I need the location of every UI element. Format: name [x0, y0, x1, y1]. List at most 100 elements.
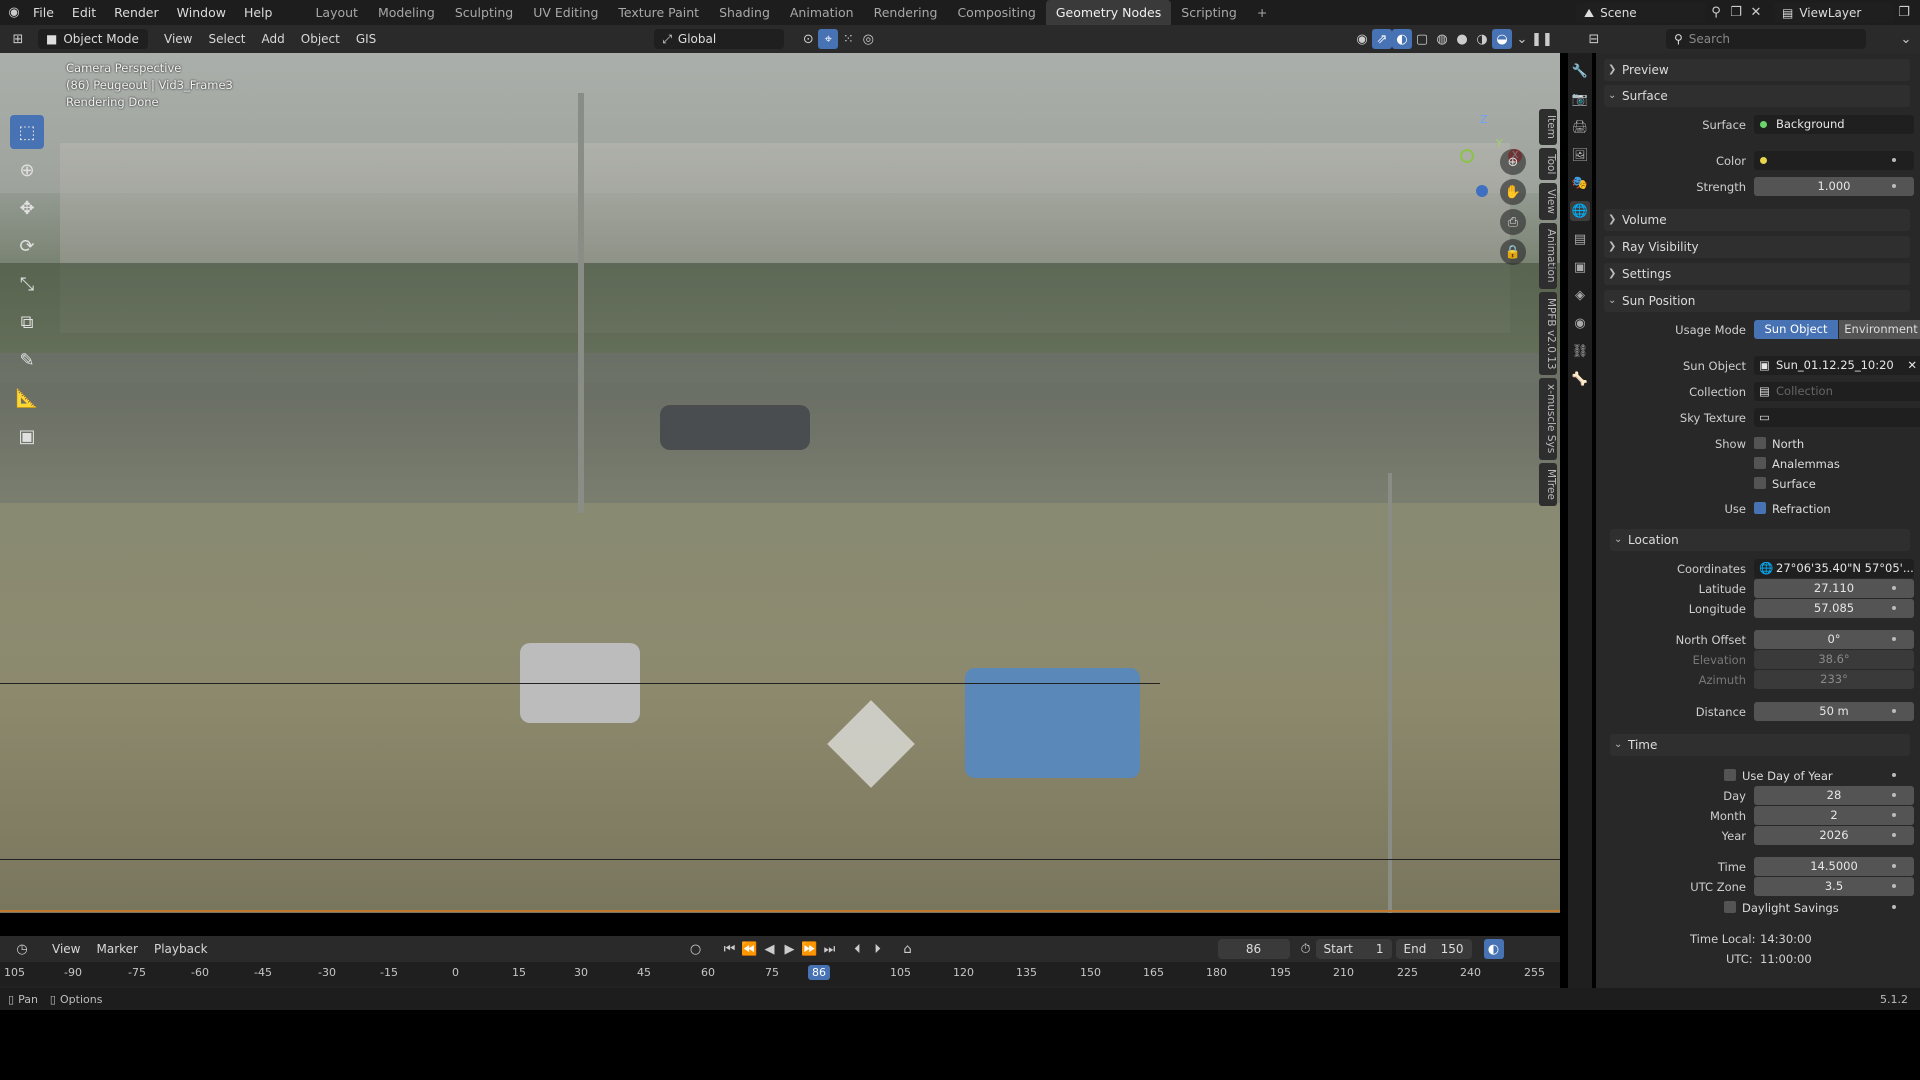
delete-scene-icon[interactable]: ✕ [1746, 3, 1766, 23]
gizmo-toggle-icon[interactable]: ⇗ [1372, 29, 1392, 49]
section-sun-position[interactable]: ⌄ Sun Position [1604, 290, 1910, 312]
usage-environment-button[interactable]: Environment [1839, 320, 1920, 339]
visibility-icon[interactable]: ◉ [1352, 29, 1372, 49]
rotate-icon[interactable]: ⟳ [10, 229, 44, 263]
tab-texture-paint[interactable]: Texture Paint [608, 0, 709, 25]
timeline-overlay-icon[interactable]: ◐ [1483, 939, 1504, 959]
annotate-icon[interactable]: ✎ [10, 343, 44, 377]
distance-field[interactable]: 50 m [1754, 702, 1914, 721]
menu-window[interactable]: Window [168, 0, 235, 25]
timeline-editor-type-icon[interactable]: ◷ [12, 939, 32, 959]
keyframe-dot-icon[interactable] [1892, 158, 1896, 162]
keyframe-dot-icon[interactable] [1892, 773, 1896, 777]
new-view-layer-icon[interactable]: ❐ [1894, 3, 1914, 23]
axis-y-ball-icon[interactable] [1460, 149, 1474, 163]
jump-end-icon[interactable]: ⏭ [820, 939, 840, 959]
coordinates-field[interactable]: 🌐 27°06'35.40"N 57°05'... [1754, 559, 1914, 578]
keyframe-dot-icon[interactable] [1892, 905, 1896, 909]
wireframe-shading-icon[interactable]: ◍ [1432, 29, 1452, 49]
menu-render[interactable]: Render [105, 0, 168, 25]
start-frame-field[interactable]: Start 1 [1315, 939, 1392, 959]
tool-tab-icon[interactable]: 🔧 [1570, 61, 1590, 81]
sky-texture-field[interactable]: ▭ [1754, 408, 1920, 427]
properties-options-icon[interactable]: ⌄ [1896, 29, 1916, 49]
cursor-icon[interactable]: ⊕ [10, 153, 44, 187]
tab-modeling[interactable]: Modeling [368, 0, 445, 25]
end-frame-field[interactable]: End 150 [1395, 939, 1472, 959]
use-day-of-year-checkbox[interactable] [1724, 769, 1736, 781]
prev-frame-icon[interactable]: ⏴ [848, 939, 868, 959]
add-cube-icon[interactable]: ▣ [10, 419, 44, 453]
surface-shader-field[interactable]: Background [1754, 115, 1914, 134]
tab-mtree[interactable]: MTree [1539, 462, 1557, 506]
tab-item[interactable]: Item [1539, 109, 1557, 145]
scale-icon[interactable]: ⤡ [10, 267, 44, 301]
year-field[interactable]: 2026 [1754, 826, 1914, 845]
section-ray-visibility[interactable]: ❯ Ray Visibility [1604, 236, 1910, 258]
analemmas-checkbox[interactable] [1754, 457, 1766, 469]
keyframe-dot-icon[interactable] [1892, 864, 1896, 868]
shading-options-icon[interactable]: ⌄ [1512, 29, 1532, 49]
strength-field[interactable]: 1.000 [1754, 177, 1914, 196]
timeline-menu-playback[interactable]: Playback [146, 939, 216, 959]
tab-tool[interactable]: Tool [1539, 147, 1557, 181]
tab-geometry-nodes[interactable]: Geometry Nodes [1045, 0, 1172, 25]
daylight-savings-checkbox[interactable] [1724, 901, 1736, 913]
constraint-tab-icon[interactable]: ⛓ [1570, 341, 1590, 361]
tab-layout[interactable]: Layout [305, 0, 368, 25]
zoom-icon[interactable]: ⊕ [1500, 149, 1526, 175]
frame-ruler[interactable]: 105 -90 -75 -60 -45 -30 -15 0 15 30 45 6… [0, 962, 1560, 986]
section-preview[interactable]: ❯ Preview [1604, 59, 1910, 81]
camera-view-icon[interactable]: ⎙ [1500, 209, 1526, 235]
surface-checkbox[interactable] [1754, 477, 1766, 489]
sun-object-field[interactable]: ▣ Sun_01.12.25_10:20 ✕ [1754, 356, 1920, 375]
keyframe-dot-icon[interactable] [1892, 884, 1896, 888]
tab-rendering[interactable]: Rendering [864, 0, 948, 25]
tab-compositing[interactable]: Compositing [947, 0, 1045, 25]
mode-selector[interactable]: ■ Object Mode [38, 29, 148, 49]
transform-orientation[interactable]: ⤢ Global [654, 29, 785, 49]
tab-shading[interactable]: Shading [709, 0, 780, 25]
add-workspace-icon[interactable]: + [1247, 0, 1277, 25]
keyframe-dot-icon[interactable] [1892, 813, 1896, 817]
proportional-edit-icon[interactable]: ◎ [858, 29, 878, 49]
collection-tab-icon[interactable]: ▤ [1570, 229, 1590, 249]
auto-keying-icon[interactable]: ○ [686, 939, 706, 959]
timeline-menu-view[interactable]: View [44, 939, 88, 959]
modifier-tab-icon[interactable]: ◈ [1570, 285, 1590, 305]
rendered-shading-icon[interactable]: ◒ [1492, 29, 1512, 49]
menu-file[interactable]: File [24, 0, 63, 25]
section-volume[interactable]: ❯ Volume [1604, 209, 1910, 231]
view-layer-tab-icon[interactable]: 🖼 [1570, 145, 1590, 165]
tab-view[interactable]: View [1539, 183, 1557, 221]
blender-logo-icon[interactable]: ◉ [4, 3, 24, 23]
tab-animation-panel[interactable]: Animation [1539, 223, 1557, 289]
menu-gis[interactable]: GIS [348, 29, 384, 49]
properties-search[interactable]: ⚲ Search [1666, 29, 1866, 49]
menu-select[interactable]: Select [200, 29, 253, 49]
keyframe-dot-icon[interactable] [1892, 833, 1896, 837]
object-tab-icon[interactable]: ▣ [1570, 257, 1590, 277]
utc-zone-field[interactable]: 3.5 [1754, 877, 1914, 896]
keyframe-dot-icon[interactable] [1892, 606, 1896, 610]
scene-selector[interactable]: ⛰ Scene [1576, 2, 1706, 23]
physics-tab-icon[interactable]: ◉ [1570, 313, 1590, 333]
longitude-field[interactable]: 57.085 [1754, 599, 1914, 618]
transform-icon[interactable]: ⧉ [10, 305, 44, 339]
prev-keyframe-icon[interactable]: ⏪ [740, 939, 760, 959]
current-frame-field[interactable]: 86 [1217, 939, 1290, 959]
axis-z-ball-icon[interactable] [1476, 185, 1488, 197]
snap-target-icon[interactable]: ⁙ [838, 29, 858, 49]
collection-field[interactable]: ▤ Collection [1754, 382, 1920, 401]
view-layer-selector[interactable]: ▤ ViewLayer [1774, 2, 1894, 23]
output-tab-icon[interactable]: 🖨 [1570, 117, 1590, 137]
playhead-frame[interactable]: 86 [808, 965, 830, 980]
keyframe-dot-icon[interactable] [1892, 709, 1896, 713]
pivot-icon[interactable]: ⊙ [798, 29, 818, 49]
play-reverse-icon[interactable]: ◀ [760, 939, 780, 959]
xray-icon[interactable]: ▢ [1412, 29, 1432, 49]
keyframe-dot-icon[interactable] [1892, 637, 1896, 641]
usage-sun-object-button[interactable]: Sun Object [1754, 320, 1838, 339]
axis-z-label[interactable]: Z [1480, 113, 1488, 126]
keyframe-dot-icon[interactable] [1892, 184, 1896, 188]
